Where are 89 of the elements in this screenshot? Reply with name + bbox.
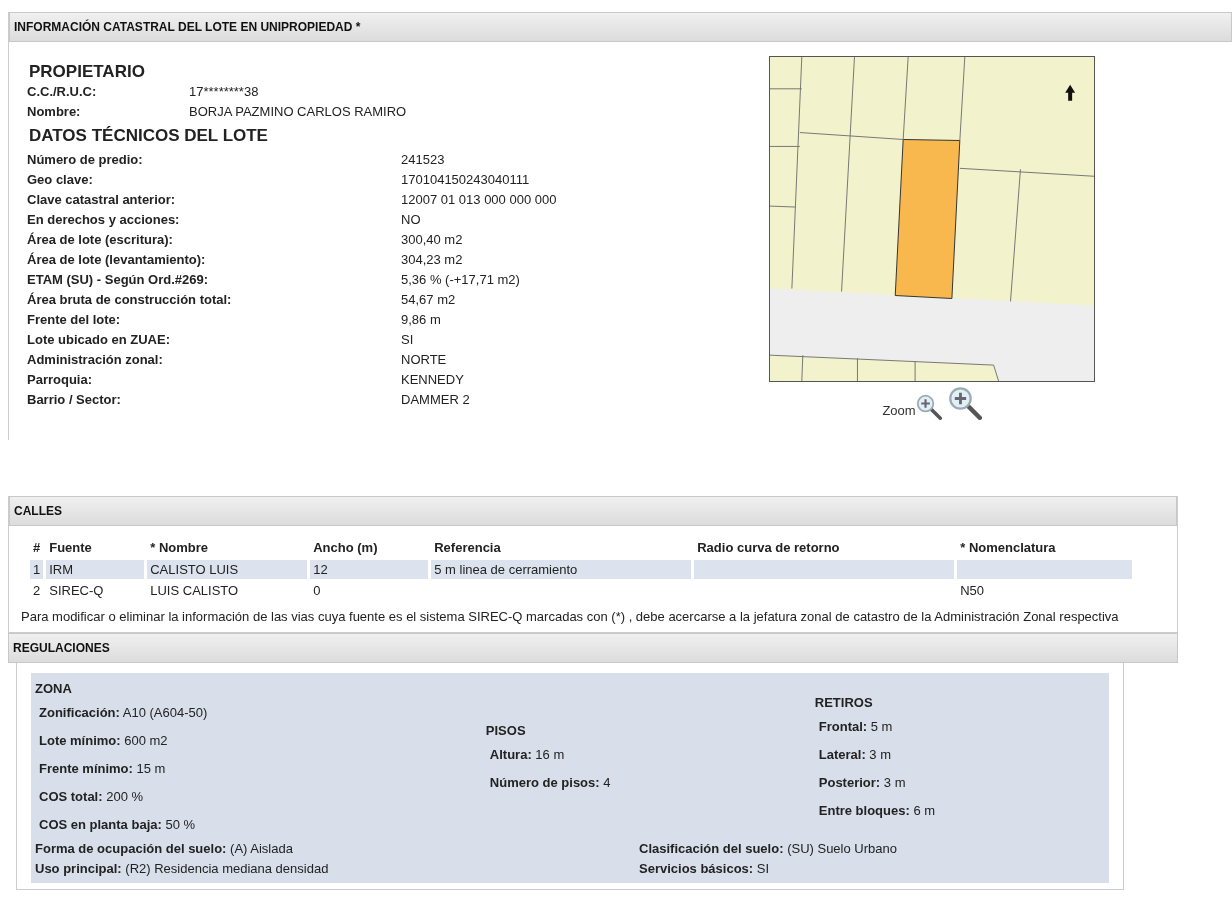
field-value: 3 m bbox=[883, 774, 906, 790]
field-label: Clave catastral anterior: bbox=[27, 191, 177, 209]
table-cell: 0 bbox=[313, 583, 321, 598]
table-cell: 2 bbox=[33, 583, 41, 598]
table-cell: IRM bbox=[49, 561, 74, 577]
table-cell: 5 m linea de cerramiento bbox=[434, 561, 578, 577]
table-cell: LUIS CALISTO bbox=[150, 583, 239, 598]
field-label: Parroquia: bbox=[27, 371, 93, 389]
column-header: Ancho (m) bbox=[312, 539, 379, 557]
field-label: Clasificación del suelo: bbox=[639, 840, 784, 856]
section-header: INFORMACIÓN CATASTRAL DEL LOTE EN UNIPROPIEDAD * bbox=[9, 12, 1232, 42]
field-label: COS total: bbox=[39, 788, 103, 804]
field-label: C.C./R.U.C: bbox=[27, 83, 98, 101]
field-value: A10 (A604-50) bbox=[122, 704, 208, 720]
field-label: Nombre: bbox=[27, 103, 82, 121]
column-header: Fuente bbox=[48, 539, 93, 557]
field-label: Forma de ocupación del suelo: bbox=[35, 840, 227, 856]
field-label: En derechos y acciones: bbox=[27, 211, 181, 229]
column-header: Radio curva de retorno bbox=[696, 539, 841, 557]
field-value: 17********38 bbox=[189, 83, 259, 101]
field-label: Zonificación: bbox=[39, 704, 120, 720]
field-value: BORJA PAZMINO CARLOS RAMIRO bbox=[189, 103, 407, 121]
field-value: 15 m bbox=[136, 760, 166, 776]
table-cell: 1 bbox=[33, 561, 41, 577]
field-value: SI bbox=[756, 860, 770, 876]
field-label: Área bruta de construcción total: bbox=[27, 291, 233, 309]
field-label: Lote mínimo: bbox=[39, 732, 121, 748]
field-value: 5,36 % (-+17,71 m2) bbox=[401, 271, 520, 289]
field-value: SI bbox=[401, 331, 414, 349]
field-label: Geo clave: bbox=[27, 171, 94, 189]
note-text: Para modificar o eliminar la información de las vias cuya fuente es el sistema SIREC-Q marcadas con (*) , debe acercarse a la jefatura zonal de catastro de la Administración Zonal respectiva bbox=[20, 607, 1120, 626]
table-cell: N50 bbox=[960, 583, 985, 598]
zoom-label: Zoom bbox=[882, 401, 916, 420]
field-value: 16 m bbox=[535, 746, 565, 762]
field-value: NO bbox=[401, 211, 421, 229]
column-header: # bbox=[32, 539, 42, 557]
field-value: 4 bbox=[603, 774, 611, 790]
field-label: Frontal: bbox=[818, 718, 868, 734]
field-value: NORTE bbox=[401, 351, 447, 369]
section-heading: DATOS TÉCNICOS DEL LOTE bbox=[28, 125, 269, 147]
field-label: Frente mínimo: bbox=[39, 760, 133, 776]
section-header: REGULACIONES bbox=[8, 633, 1178, 663]
field-label: Frente del lote: bbox=[27, 311, 122, 329]
field-label: Lateral: bbox=[818, 746, 866, 762]
field-value: 170104150243040111 bbox=[401, 171, 530, 189]
field-value: DAMMER 2 bbox=[401, 391, 470, 409]
zoom-in-icon[interactable] bbox=[947, 386, 982, 420]
field-label: Administración zonal: bbox=[27, 351, 164, 369]
field-value: 304,23 m2 bbox=[401, 251, 463, 269]
field-value: (A) Aislada bbox=[230, 840, 293, 856]
field-value: 54,67 m2 bbox=[401, 291, 456, 309]
group-heading: PISOS bbox=[485, 722, 527, 740]
field-label: Barrio / Sector: bbox=[27, 391, 122, 409]
table-cell: 12 bbox=[313, 561, 328, 577]
field-label: COS en planta baja: bbox=[39, 816, 162, 832]
field-label: Área de lote (levantamiento): bbox=[27, 251, 207, 269]
column-header: * Nomenclatura bbox=[959, 539, 1057, 557]
section-header: CALLES bbox=[9, 496, 1177, 526]
field-label: ETAM (SU) - Según Ord.#269: bbox=[27, 271, 210, 289]
field-label: Entre bloques: bbox=[818, 802, 910, 818]
field-label: Número de pisos: bbox=[489, 774, 600, 790]
field-label: Lote ubicado en ZUAE: bbox=[27, 331, 171, 349]
table-cell: SIREC-Q bbox=[49, 583, 104, 598]
field-value: 5 m bbox=[870, 718, 893, 734]
group-heading: ZONA bbox=[35, 680, 73, 698]
field-value: KENNEDY bbox=[401, 371, 464, 389]
field-value: 50 % bbox=[165, 816, 196, 832]
field-value: 241523 bbox=[401, 151, 445, 169]
field-label: Número de predio: bbox=[27, 151, 144, 169]
field-value: (R2) Residencia mediana densidad bbox=[125, 860, 329, 876]
group-heading: RETIROS bbox=[814, 694, 874, 712]
table-cell: CALISTO LUIS bbox=[150, 561, 239, 577]
zoom-in-icon[interactable] bbox=[915, 394, 942, 420]
field-value: 3 m bbox=[869, 746, 892, 762]
field-value: 300,40 m2 bbox=[401, 231, 463, 249]
field-label: Área de lote (escritura): bbox=[27, 231, 174, 249]
field-label: Uso principal: bbox=[35, 860, 122, 876]
field-label: Altura: bbox=[489, 746, 532, 762]
field-label: Servicios básicos: bbox=[639, 860, 754, 876]
field-label: Posterior: bbox=[818, 774, 881, 790]
column-header: * Nombre bbox=[149, 539, 210, 557]
field-value: 9,86 m bbox=[401, 311, 441, 329]
section-heading: PROPIETARIO bbox=[28, 62, 146, 82]
field-value: 200 % bbox=[106, 788, 144, 804]
field-value: 600 m2 bbox=[124, 732, 168, 748]
field-value: 12007 01 013 000 000 000 bbox=[401, 191, 557, 209]
column-header: Referencia bbox=[433, 539, 502, 557]
field-value: 6 m bbox=[913, 802, 936, 818]
field-value: (SU) Suelo Urbano bbox=[787, 840, 897, 856]
